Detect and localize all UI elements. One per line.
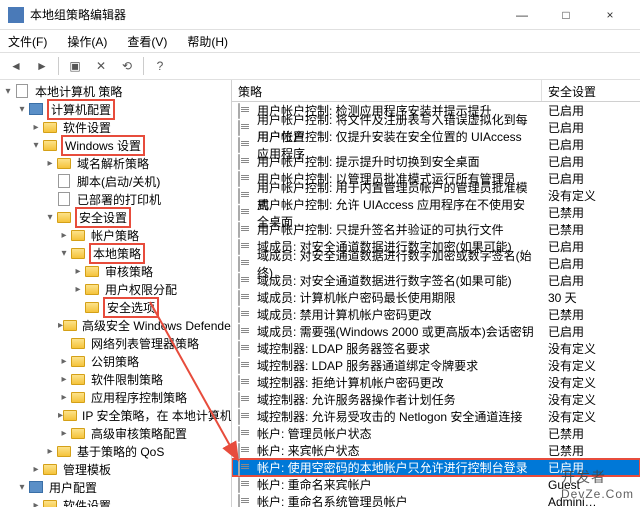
tree-app-control[interactable]: ▸应用程序控制策略 bbox=[0, 388, 231, 406]
list-body: 用户帐户控制: 检测应用程序安装并提示提升已启用用户帐户控制: 将文件及注册表写… bbox=[232, 102, 640, 507]
separator bbox=[143, 57, 144, 75]
tree-audit[interactable]: ▸审核策略 bbox=[0, 262, 231, 280]
forward-button[interactable]: ► bbox=[30, 55, 54, 77]
policy-name: 帐户: 重命名系统管理员帐户 bbox=[257, 493, 408, 507]
help-button[interactable]: ? bbox=[148, 55, 172, 77]
tree-root[interactable]: ▾本地计算机 策略 bbox=[0, 82, 231, 100]
policy-icon bbox=[238, 495, 254, 508]
tree-user-config[interactable]: ▾用户配置 bbox=[0, 478, 231, 496]
menu-help[interactable]: 帮助(H) bbox=[183, 31, 232, 52]
refresh-button[interactable]: ⟲ bbox=[115, 55, 139, 77]
col-header-setting[interactable]: 安全设置 bbox=[542, 80, 640, 101]
tree-printers[interactable]: 已部署的打印机 bbox=[0, 190, 231, 208]
main-content: ▾本地计算机 策略 ▾计算机配置 ▸软件设置 ▾Windows 设置 ▸域名解析… bbox=[0, 80, 640, 507]
minimize-button[interactable]: — bbox=[500, 1, 544, 29]
tree-software[interactable]: ▸软件设置 bbox=[0, 118, 231, 136]
maximize-button[interactable]: □ bbox=[544, 1, 588, 29]
tree-software2[interactable]: ▸软件设置 bbox=[0, 496, 231, 507]
window-title: 本地组策略编辑器 bbox=[30, 6, 500, 23]
tree-panel[interactable]: ▾本地计算机 策略 ▾计算机配置 ▸软件设置 ▾Windows 设置 ▸域名解析… bbox=[0, 80, 232, 507]
separator bbox=[58, 57, 59, 75]
tree-admin-tmpl[interactable]: ▸管理模板 bbox=[0, 460, 231, 478]
tree-scripts[interactable]: 脚本(启动/关机) bbox=[0, 172, 231, 190]
tree-security-settings[interactable]: ▾安全设置 bbox=[0, 208, 231, 226]
up-button[interactable]: ▣ bbox=[63, 55, 87, 77]
tree-software-restrict[interactable]: ▸软件限制策略 bbox=[0, 370, 231, 388]
tree-ipsec[interactable]: ▸IP 安全策略，在 本地计算机 bbox=[0, 406, 231, 424]
menu-view[interactable]: 查看(V) bbox=[123, 31, 171, 52]
tree-adv-audit[interactable]: ▸高级审核策略配置 bbox=[0, 424, 231, 442]
tree-local-policies[interactable]: ▾本地策略 bbox=[0, 244, 231, 262]
col-header-policy[interactable]: 策略 bbox=[232, 80, 542, 101]
tree-wdf[interactable]: ▸高级安全 Windows Defender 防火墙 bbox=[0, 316, 231, 334]
back-button[interactable]: ◄ bbox=[4, 55, 28, 77]
list-header: 策略 安全设置 bbox=[232, 80, 640, 102]
tree-user-rights[interactable]: ▸用户权限分配 bbox=[0, 280, 231, 298]
tree-qos[interactable]: ▸基于策略的 QoS bbox=[0, 442, 231, 460]
export-button[interactable]: ✕ bbox=[89, 55, 113, 77]
tree-name-res[interactable]: ▸域名解析策略 bbox=[0, 154, 231, 172]
window-controls: — □ × bbox=[500, 1, 632, 29]
close-button[interactable]: × bbox=[588, 1, 632, 29]
toolbar: ◄ ► ▣ ✕ ⟲ ? bbox=[0, 52, 640, 80]
tree-computer-config[interactable]: ▾计算机配置 bbox=[0, 100, 231, 118]
menu-action[interactable]: 操作(A) bbox=[63, 31, 111, 52]
menu-file[interactable]: 文件(F) bbox=[4, 31, 51, 52]
policy-list[interactable]: 策略 安全设置 用户帐户控制: 检测应用程序安装并提示提升已启用用户帐户控制: … bbox=[232, 80, 640, 507]
tree-account-policies[interactable]: ▸帐户策略 bbox=[0, 226, 231, 244]
app-icon bbox=[8, 7, 24, 23]
watermark: 开发者 DevZe.Com bbox=[561, 467, 634, 501]
titlebar: 本地组策略编辑器 — □ × bbox=[0, 0, 640, 30]
tree-nlm[interactable]: 网络列表管理器策略 bbox=[0, 334, 231, 352]
menubar: 文件(F) 操作(A) 查看(V) 帮助(H) bbox=[0, 30, 640, 52]
tree-pubkey[interactable]: ▸公钥策略 bbox=[0, 352, 231, 370]
tree-windows-settings[interactable]: ▾Windows 设置 bbox=[0, 136, 231, 154]
tree-security-options[interactable]: 安全选项 bbox=[0, 298, 231, 316]
